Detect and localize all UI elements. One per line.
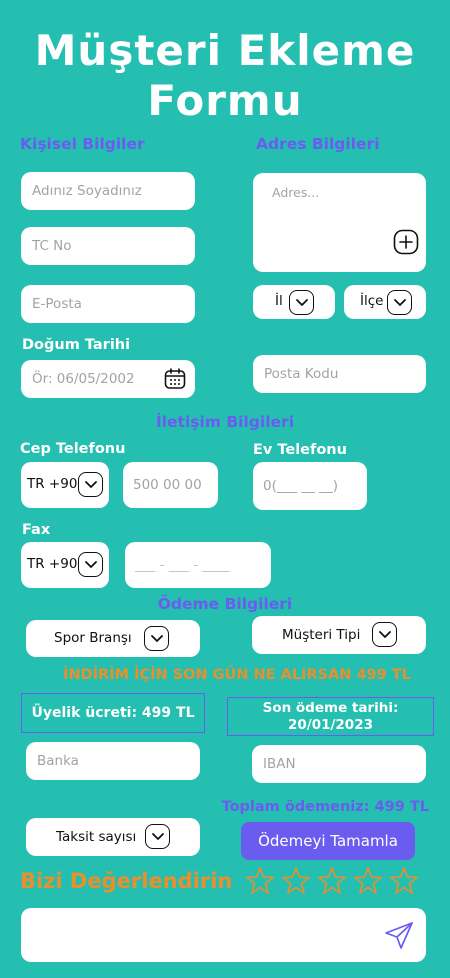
- sport-branch-select[interactable]: Spor Branşı: [26, 620, 200, 657]
- star-icon[interactable]: [389, 866, 419, 896]
- email-placeholder: E-Posta: [32, 296, 82, 312]
- address-placeholder: Adres...: [272, 185, 320, 200]
- bank-placeholder: Banka: [37, 753, 79, 769]
- mobile-number-placeholder: 500 00 00: [133, 477, 202, 493]
- section-payment: Ödeme Bilgileri: [157, 595, 293, 613]
- customer-type-select[interactable]: Müşteri Tipi: [252, 616, 426, 654]
- feedback-textarea[interactable]: [21, 908, 426, 962]
- fax-country-code-select[interactable]: TR +90: [21, 542, 109, 588]
- section-address: Adres Bilgileri: [256, 135, 380, 153]
- tc-input[interactable]: TC No: [21, 227, 195, 265]
- il-label: İl: [275, 293, 283, 309]
- iban-input[interactable]: IBAN: [252, 745, 426, 783]
- address-textarea[interactable]: Adres...: [253, 173, 426, 272]
- customer-type-label: Müşteri Tipi: [282, 627, 361, 643]
- ilce-select[interactable]: İlçe: [344, 285, 426, 319]
- mobile-country-code-select[interactable]: TR +90: [21, 462, 109, 508]
- add-icon[interactable]: [393, 229, 419, 255]
- total-payment: Toplam ödemeniz: 499 TL: [221, 799, 429, 815]
- due-date-label: Son ödeme tarihi:: [262, 700, 399, 716]
- chevron-down-icon[interactable]: [78, 552, 103, 577]
- installment-select[interactable]: Taksit sayısı: [26, 818, 200, 856]
- home-phone-label: Ev Telefonu: [253, 442, 347, 458]
- chevron-down-icon[interactable]: [387, 290, 412, 315]
- due-date-box: Son ödeme tarihi: 20/01/2023: [227, 697, 434, 736]
- due-date-value: 20/01/2023: [287, 717, 373, 733]
- mobile-label: Cep Telefonu: [20, 441, 126, 457]
- name-input[interactable]: Adınız Soyadınız: [21, 172, 195, 210]
- page-title-line2: Formu: [147, 76, 303, 125]
- fax-label: Fax: [22, 522, 51, 538]
- calendar-icon[interactable]: [163, 367, 187, 391]
- chevron-down-icon[interactable]: [144, 626, 169, 651]
- star-icon[interactable]: [353, 866, 383, 896]
- send-icon[interactable]: [383, 920, 415, 952]
- home-phone-input[interactable]: 0(___ __ __): [253, 462, 367, 510]
- tc-placeholder: TC No: [32, 238, 72, 254]
- birth-date-input[interactable]: Ör: 06/05/2002: [21, 360, 195, 398]
- membership-fee-box: Üyelik ücreti: 499 TL: [21, 693, 205, 733]
- chevron-down-icon[interactable]: [78, 472, 103, 497]
- section-personal: Kişisel Bilgiler: [20, 135, 145, 153]
- mobile-number-input[interactable]: 500 00 00: [123, 462, 218, 508]
- postal-code-input[interactable]: Posta Kodu: [253, 355, 426, 393]
- fax-number-placeholder: ___ - ___ - ____: [135, 557, 230, 573]
- fax-country-code: TR +90: [27, 556, 78, 572]
- page-title: Müşteri Ekleme: [34, 26, 416, 75]
- chevron-down-icon[interactable]: [145, 824, 170, 849]
- star-icon[interactable]: [317, 866, 347, 896]
- sport-branch-label: Spor Branşı: [54, 630, 132, 646]
- iban-placeholder: IBAN: [263, 756, 296, 772]
- mobile-country-code: TR +90: [27, 476, 78, 492]
- home-phone-placeholder: 0(___ __ __): [263, 478, 338, 494]
- installment-label: Taksit sayısı: [56, 829, 137, 845]
- birth-date-label: Doğum Tarihi: [22, 337, 131, 353]
- email-input[interactable]: E-Posta: [21, 285, 195, 323]
- complete-payment-button[interactable]: Ödemeyi Tamamla: [241, 822, 415, 860]
- fax-number-input[interactable]: ___ - ___ - ____: [125, 542, 271, 588]
- star-icon[interactable]: [245, 866, 275, 896]
- il-select[interactable]: İl: [253, 285, 335, 319]
- star-icon[interactable]: [281, 866, 311, 896]
- birth-date-placeholder: Ör: 06/05/2002: [32, 371, 135, 387]
- bank-input[interactable]: Banka: [26, 742, 200, 780]
- name-placeholder: Adınız Soyadınız: [32, 183, 142, 199]
- postal-code-placeholder: Posta Kodu: [264, 366, 339, 382]
- section-contact: İletişim Bilgileri: [155, 413, 295, 431]
- chevron-down-icon[interactable]: [372, 622, 397, 647]
- promo-banner: İNDİRİM İÇİN SON GÜN NE ALIRSAN 499 TL: [63, 667, 411, 683]
- chevron-down-icon[interactable]: [289, 290, 314, 315]
- rating-label: Bizi Değerlendirin: [20, 869, 233, 893]
- ilce-label: İlçe: [360, 293, 384, 309]
- membership-fee: Üyelik ücreti: 499 TL: [31, 705, 195, 721]
